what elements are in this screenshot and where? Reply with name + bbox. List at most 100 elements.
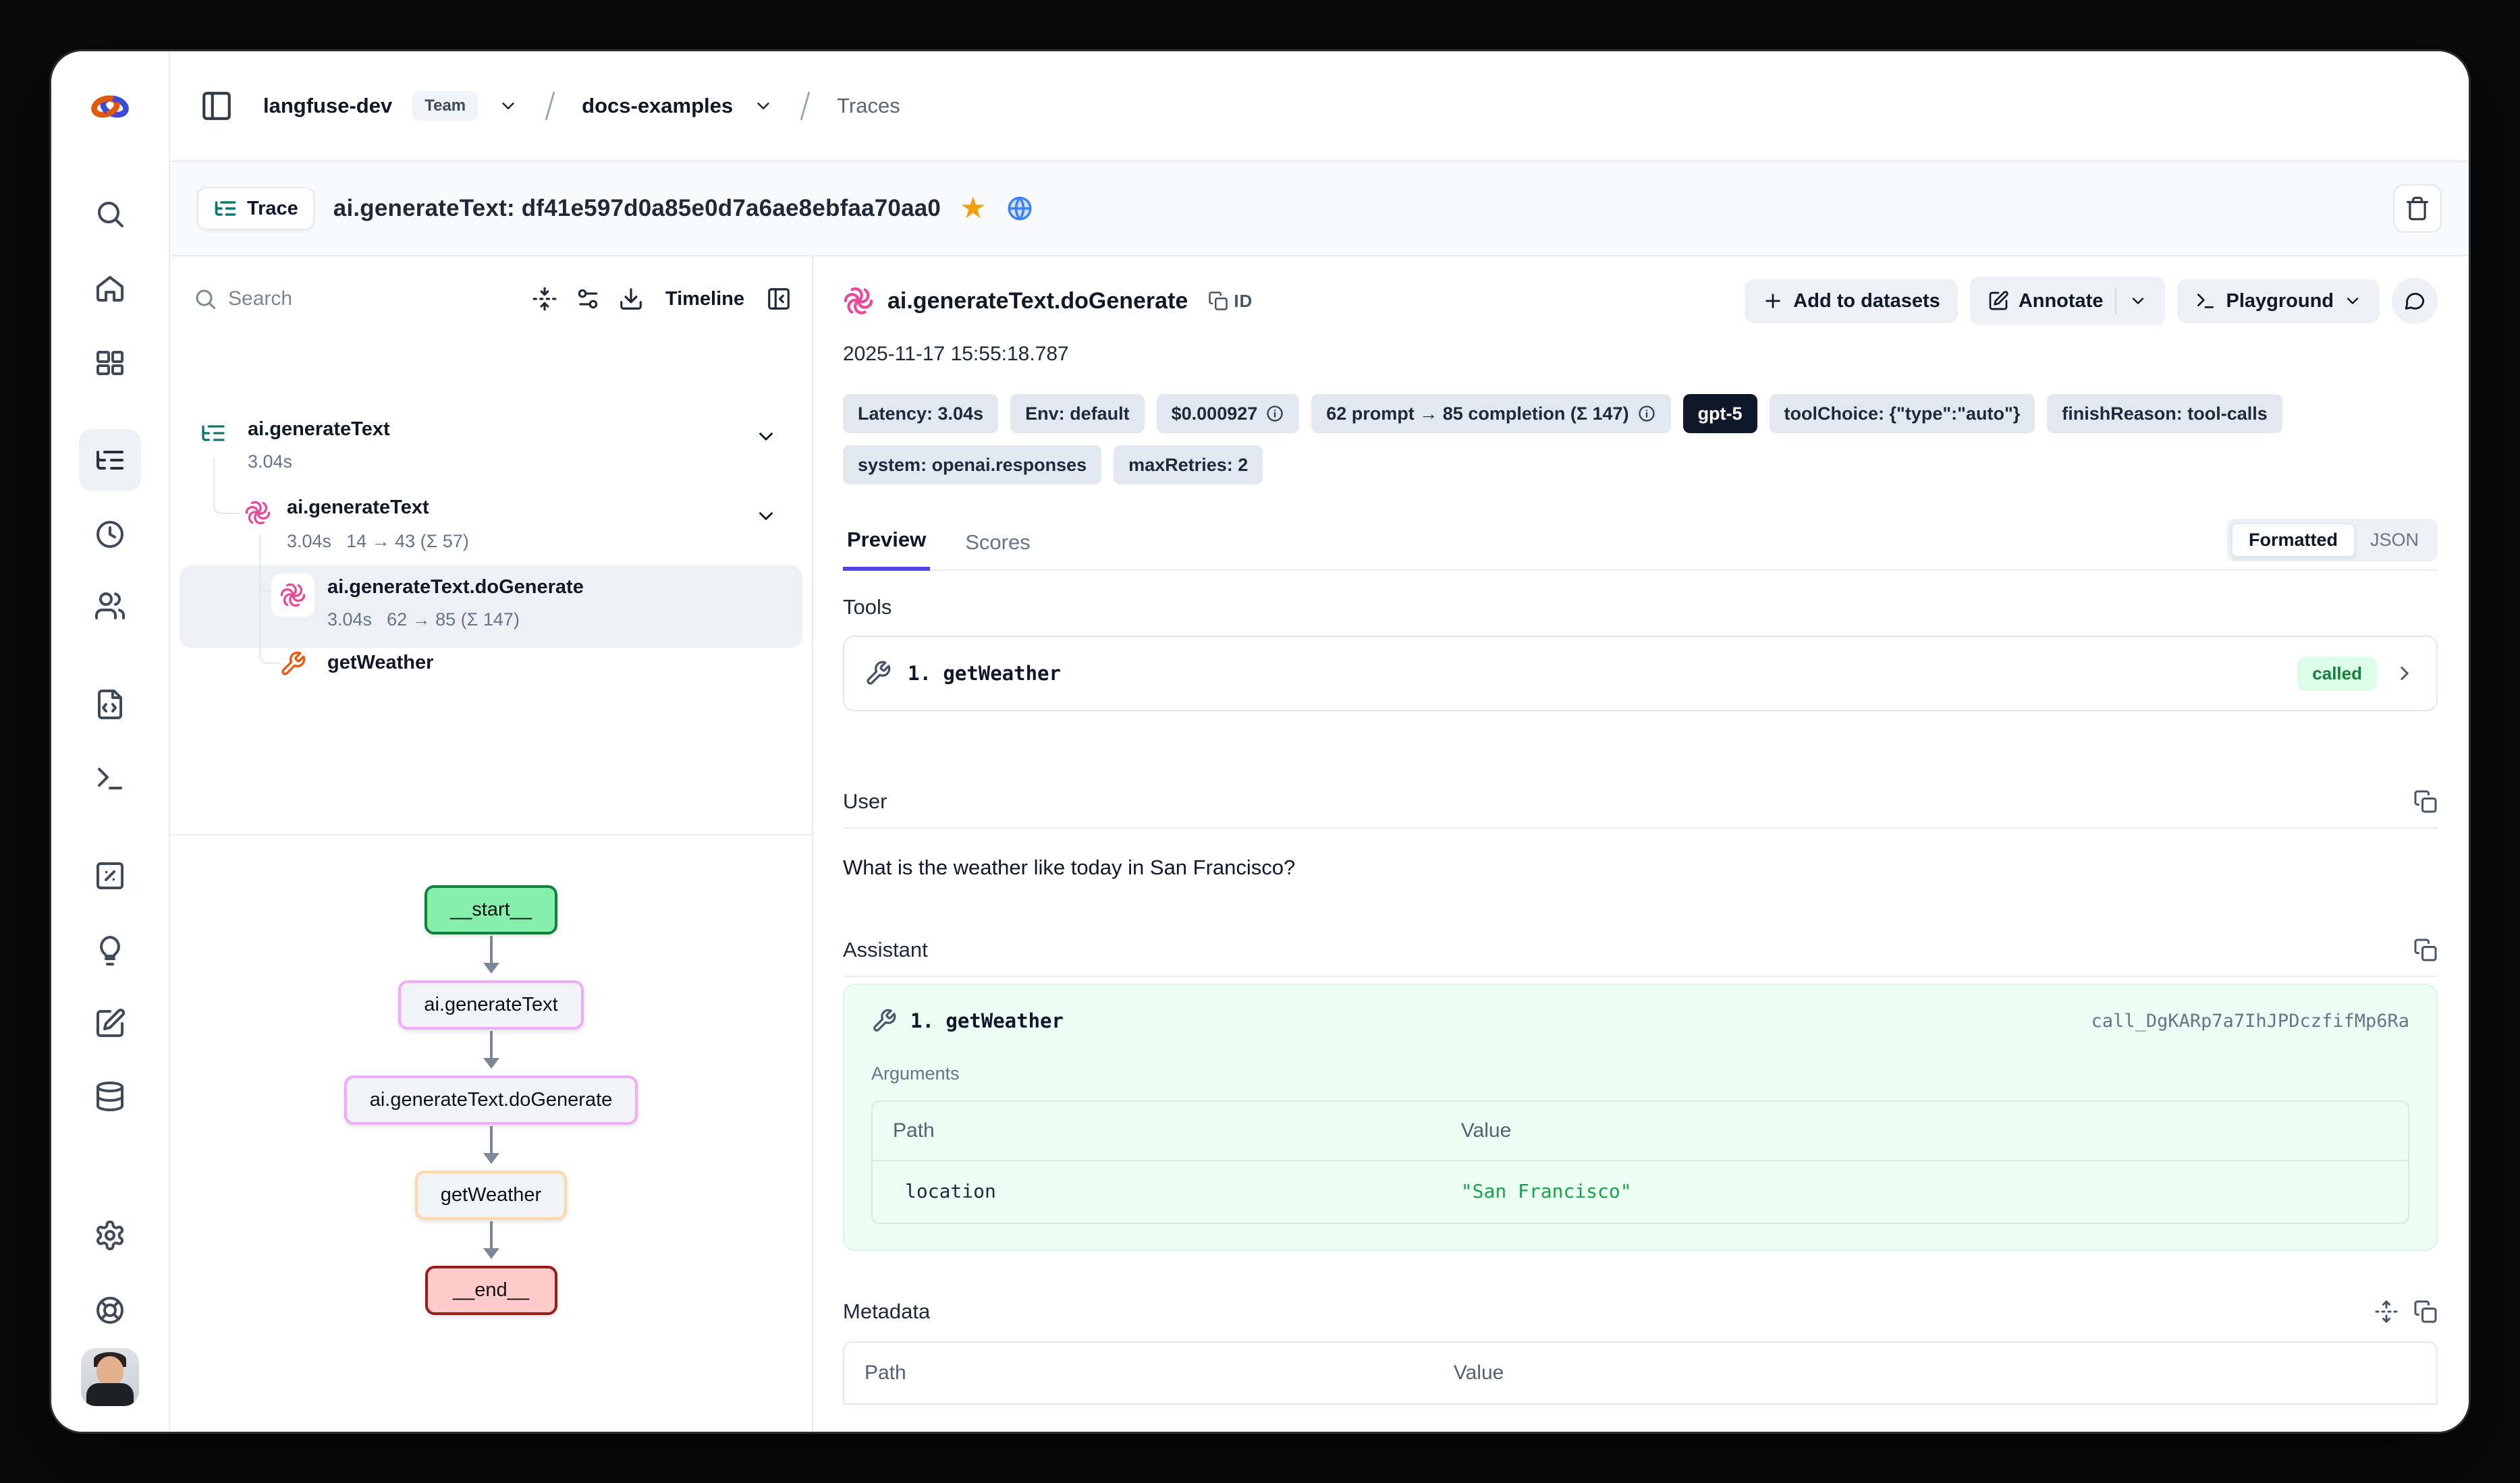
expand-vertical-icon[interactable] <box>2374 1299 2399 1324</box>
formatted-option[interactable]: Formatted <box>2231 523 2355 557</box>
chevron-right-icon[interactable] <box>2393 662 2416 685</box>
settings-gear-icon[interactable] <box>88 1214 132 1257</box>
graph-node-dogenerate[interactable]: ai.generateText.doGenerate <box>344 1075 638 1125</box>
user-avatar[interactable] <box>81 1348 139 1406</box>
tree-row-title[interactable]: ai.generateText <box>248 416 390 443</box>
arguments-table: Path Value location "San Francisco" <box>871 1100 2409 1224</box>
token-usage-badge[interactable]: 62 prompt → 85 completion (Σ 147) <box>1311 394 1670 433</box>
assistant-section-header: Assistant <box>843 938 2438 977</box>
maxretries-badge: maxRetries: 2 <box>1114 445 1263 484</box>
breadcrumb-project[interactable]: langfuse-dev <box>263 94 392 118</box>
user-heading: User <box>843 789 887 814</box>
chevron-down-icon[interactable] <box>498 96 518 116</box>
argument-path: location <box>873 1161 1441 1223</box>
copy-id-button[interactable]: ID <box>1208 291 1253 312</box>
avatar-face <box>97 1356 124 1386</box>
json-option[interactable]: JSON <box>2355 524 2434 556</box>
tree-row-title-selected[interactable]: ai.generateText.doGenerate <box>327 573 584 600</box>
tracing-nav-active[interactable] <box>79 429 141 491</box>
insights-lightbulb-icon[interactable] <box>88 929 132 972</box>
trace-icon <box>200 420 227 447</box>
column-header-value: Value <box>1441 1102 2408 1161</box>
metric-badges: Latency: 3.04s Env: default $0.000927 62… <box>843 394 2409 484</box>
nav-rail <box>51 51 170 1432</box>
users-icon[interactable] <box>88 584 132 627</box>
tab-scores[interactable]: Scores <box>961 530 1034 569</box>
tree-row-title[interactable]: ai.generateText <box>287 494 429 521</box>
action-buttons: Add to datasets Annotate Playground <box>1745 277 2438 325</box>
tree-connector <box>213 457 240 514</box>
cost-badge[interactable]: $0.000927 <box>1157 394 1300 433</box>
bookmark-star-icon[interactable]: ★ <box>960 194 986 223</box>
comment-bubble-icon <box>2403 289 2426 312</box>
team-badge: Team <box>412 91 478 121</box>
tree-row-title[interactable]: getWeather <box>327 649 433 676</box>
datasets-file-icon[interactable] <box>88 683 132 726</box>
graph-edge-arrow <box>490 936 493 971</box>
column-header-path: Path <box>873 1102 1441 1161</box>
chevron-down-icon <box>2343 291 2362 310</box>
chevron-down-icon[interactable] <box>753 96 773 116</box>
copy-icon[interactable] <box>2413 1299 2438 1324</box>
trash-icon <box>2405 196 2430 221</box>
public-globe-icon[interactable] <box>1006 194 1034 223</box>
latency-badge: Latency: 3.04s <box>843 394 998 433</box>
support-lifebuoy-icon[interactable] <box>88 1289 132 1332</box>
model-badge[interactable]: gpt-5 <box>1683 394 1757 433</box>
evals-percent-icon[interactable] <box>88 854 132 897</box>
observation-detail-panel: ai.generateText.doGenerate ID Add to dat… <box>815 256 2469 1432</box>
toolchoice-badge: toolChoice: {"type":"auto"} <box>1770 394 2035 433</box>
tree-settings-icon[interactable] <box>575 286 601 312</box>
arguments-label: Arguments <box>871 1063 2409 1084</box>
search-input[interactable] <box>228 287 377 310</box>
selected-icon-chip <box>271 573 314 617</box>
delete-trace-button[interactable] <box>2393 184 2442 233</box>
tree-search[interactable] <box>193 287 514 311</box>
sessions-clock-icon[interactable] <box>88 513 132 556</box>
graph-node-end[interactable]: __end__ <box>425 1266 557 1315</box>
trace-header-bar: Trace ai.generateText: df41e597d0a85e0d7… <box>170 162 2469 256</box>
sidebar-toggle-icon[interactable] <box>200 89 234 123</box>
tree-row-metrics: 3.04s 62 → 85 (Σ 147) <box>327 607 520 632</box>
env-badge: Env: default <box>1010 394 1145 433</box>
annotations-pen-icon[interactable] <box>88 1002 132 1045</box>
timeline-toggle[interactable]: Timeline <box>665 288 744 310</box>
tool-definition-row[interactable]: 1. getWeather called <box>843 636 2438 711</box>
tool-call-id: call_DgKARp7a7IhJPDczfifMp6Ra <box>2091 1011 2409 1032</box>
download-icon[interactable] <box>618 286 644 312</box>
langfuse-logo[interactable] <box>88 85 132 128</box>
annotate-button[interactable]: Annotate <box>1970 277 2166 325</box>
app-window: langfuse-dev Team docs-examples Traces T… <box>51 51 2469 1432</box>
collapse-panel-icon[interactable] <box>766 286 792 312</box>
home-icon[interactable] <box>88 267 132 310</box>
metadata-heading: Metadata <box>843 1299 930 1324</box>
search-nav-icon[interactable] <box>88 192 132 235</box>
trace-tree-panel: Timeline ai.generateText 3.04s ai.genera… <box>170 256 813 1432</box>
copy-icon[interactable] <box>2413 938 2438 962</box>
graph-node-getweather[interactable]: getWeather <box>415 1171 567 1220</box>
collapse-all-icon[interactable] <box>532 286 557 312</box>
info-icon <box>1637 404 1656 423</box>
graph-edge-arrow <box>490 1126 493 1161</box>
generation-span-icon <box>843 285 874 316</box>
comments-button[interactable] <box>2392 278 2438 324</box>
playground-button[interactable]: Playground <box>2177 279 2380 323</box>
chevron-down-icon[interactable] <box>755 505 777 528</box>
chevron-down-icon[interactable] <box>755 425 777 448</box>
button-divider <box>2115 287 2116 314</box>
graph-edge-arrow <box>490 1031 493 1066</box>
table-row: location "San Francisco" <box>873 1161 2408 1223</box>
format-toggle: Formatted JSON <box>2227 519 2438 561</box>
copy-icon[interactable] <box>2413 789 2438 814</box>
dashboards-icon[interactable] <box>88 341 132 385</box>
graph-node-generate[interactable]: ai.generateText <box>398 980 583 1030</box>
graph-node-start[interactable]: __start__ <box>424 885 557 934</box>
tab-preview[interactable]: Preview <box>843 528 930 571</box>
database-icon[interactable] <box>88 1075 132 1118</box>
agent-graph: __start__ ai.generateText ai.generateTex… <box>170 834 812 1432</box>
prompts-terminal-icon[interactable] <box>88 757 132 800</box>
breadcrumb-section[interactable]: Traces <box>837 94 900 118</box>
wrench-icon <box>871 1008 897 1034</box>
breadcrumb-environment[interactable]: docs-examples <box>582 94 733 118</box>
add-to-datasets-button[interactable]: Add to datasets <box>1745 279 1958 323</box>
